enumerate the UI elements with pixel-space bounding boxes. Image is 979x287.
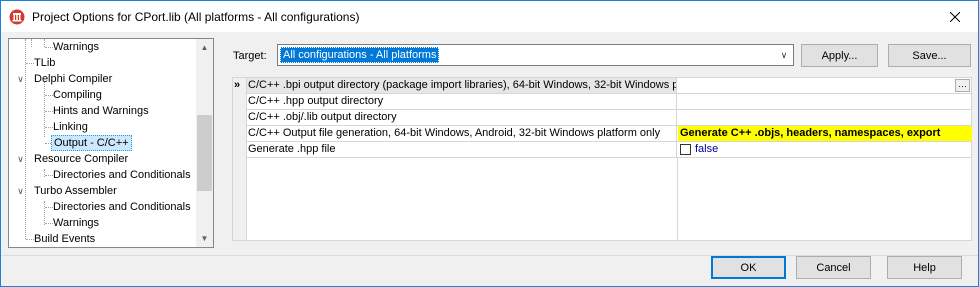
project-options-window: Project Options for CPort.lib (All platf… xyxy=(0,0,979,287)
scroll-up-icon[interactable]: ▲ xyxy=(196,39,213,56)
grid-column-divider xyxy=(677,158,678,240)
cancel-button[interactable]: Cancel xyxy=(796,256,871,279)
close-button[interactable] xyxy=(932,1,978,32)
tree-line xyxy=(44,81,45,137)
tree-line xyxy=(31,39,32,47)
property-value[interactable] xyxy=(677,110,971,125)
property-name: C/C++ .obj/.lib output directory xyxy=(247,110,677,125)
property-value[interactable]: Generate C++ .objs, headers, namespaces,… xyxy=(678,126,972,141)
property-name: Generate .hpp file xyxy=(247,142,677,157)
save-button[interactable]: Save... xyxy=(888,44,971,67)
property-value-cell[interactable]: false xyxy=(677,142,971,157)
generate-hpp-checkbox[interactable] xyxy=(680,144,691,155)
tree-item-label: Warnings xyxy=(53,217,100,229)
target-label: Target: xyxy=(233,50,267,62)
target-select[interactable]: All configurations - All platforms ∨ xyxy=(277,44,794,66)
title-bar[interactable]: Project Options for CPort.lib (All platf… xyxy=(1,1,978,32)
tree-item-label: Output - C/C++ xyxy=(51,135,132,151)
tree-item-label: Directories and Conditionals xyxy=(53,169,191,181)
grid-row[interactable]: C/C++ .obj/.lib output directory xyxy=(247,110,971,126)
collapse-chevron-icon[interactable]: ∨ xyxy=(16,183,25,199)
tree-line xyxy=(44,39,45,47)
tree-item-label: Hints and Warnings xyxy=(53,105,149,117)
help-button[interactable]: Help xyxy=(887,256,962,279)
apply-button[interactable]: Apply... xyxy=(801,44,878,67)
tree-item-label: Directories and Conditionals xyxy=(53,201,191,213)
grid-row[interactable]: C/C++ .bpi output directory (package imp… xyxy=(247,78,971,94)
options-tree[interactable]: Warnings TLib ∨ Delphi Compiler Compilin… xyxy=(8,38,214,248)
property-name: C/C++ Output file generation, 64-bit Win… xyxy=(247,126,677,141)
tree-item-label: Turbo Assembler xyxy=(34,185,117,197)
window-title: Project Options for CPort.lib (All platf… xyxy=(32,10,360,24)
grid-gutter: » xyxy=(233,78,247,240)
tree-item-label: Compiling xyxy=(53,89,102,101)
tree-line xyxy=(44,201,45,225)
grid-row[interactable]: C/C++ Output file generation, 64-bit Win… xyxy=(247,126,972,142)
tree-item-label: Warnings xyxy=(53,41,100,53)
property-value: false xyxy=(695,143,719,155)
tree-item-label: Build Events xyxy=(34,233,96,245)
tree-item-label: Delphi Compiler xyxy=(34,73,113,85)
dialog-client: Warnings TLib ∨ Delphi Compiler Compilin… xyxy=(1,32,978,286)
property-name: C/C++ .hpp output directory xyxy=(247,94,677,109)
property-name: C/C++ .bpi output directory (package imp… xyxy=(247,78,677,93)
collapse-chevron-icon[interactable]: ∨ xyxy=(16,151,25,167)
scroll-thumb[interactable] xyxy=(197,115,212,191)
ellipsis-button[interactable]: … xyxy=(955,79,970,92)
grid-row[interactable]: C/C++ .hpp output directory xyxy=(247,94,971,110)
target-value: All configurations - All platforms xyxy=(280,47,440,63)
tree-item-label: Linking xyxy=(53,121,88,133)
collapse-chevron-icon[interactable]: ∨ xyxy=(16,71,25,87)
tree-line xyxy=(25,39,26,239)
ok-button[interactable]: OK xyxy=(711,256,786,279)
current-row-marker-icon: » xyxy=(234,79,241,91)
tree-item-label: TLib xyxy=(34,57,56,69)
property-grid[interactable]: » C/C++ .bpi output directory (package i… xyxy=(232,77,972,241)
scroll-down-icon[interactable]: ▼ xyxy=(196,230,213,247)
tree-item-label: Resource Compiler xyxy=(34,153,129,165)
property-value[interactable] xyxy=(677,78,971,93)
property-value[interactable] xyxy=(677,94,971,109)
grid-row[interactable]: Generate .hpp file false xyxy=(247,142,971,158)
tree-scrollbar[interactable]: ▲ ▼ xyxy=(196,39,213,247)
close-icon xyxy=(950,11,960,22)
chevron-down-icon[interactable]: ∨ xyxy=(775,45,793,65)
app-icon xyxy=(9,9,25,25)
